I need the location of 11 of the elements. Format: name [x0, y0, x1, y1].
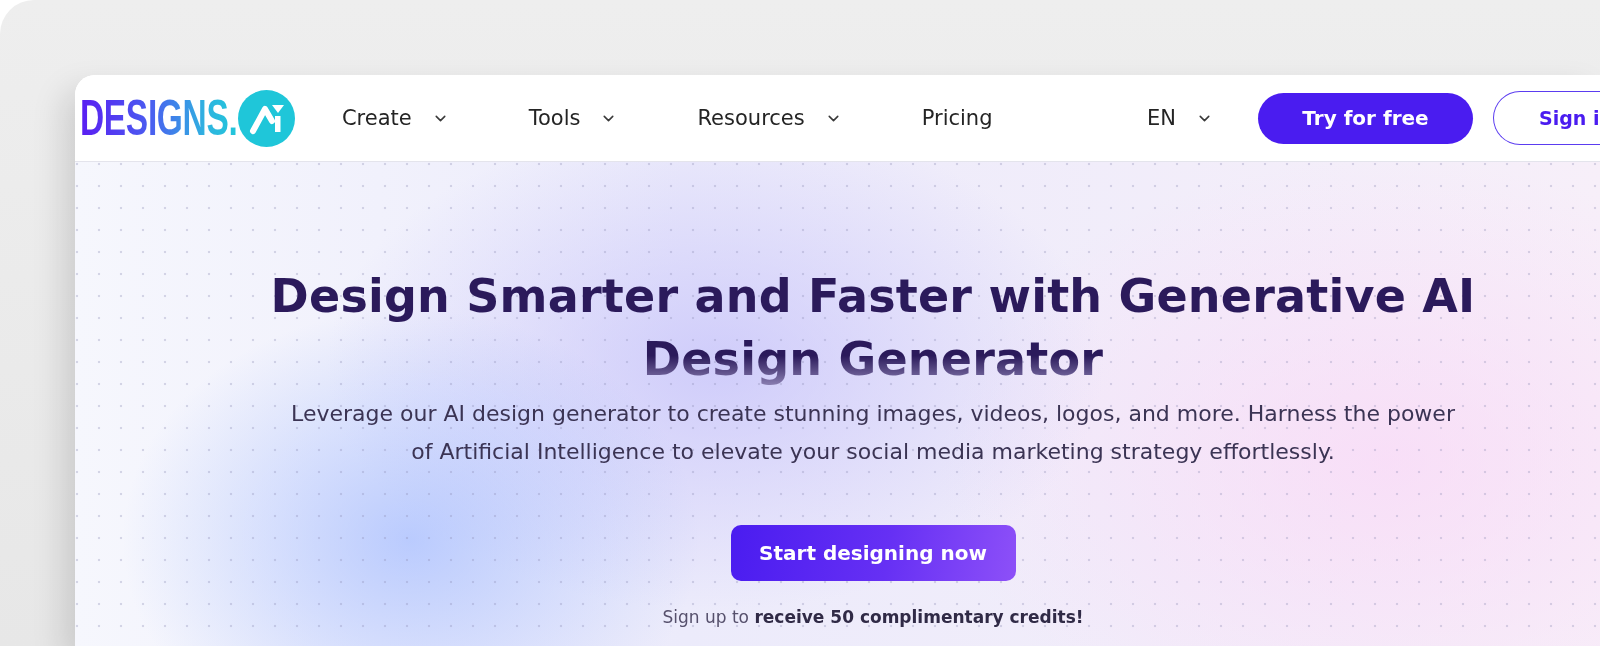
try-for-free-button[interactable]: Try for free: [1258, 92, 1473, 144]
nav-menu-item[interactable]: Pricing: [921, 106, 993, 130]
nav-menu-item[interactable]: Resources: [697, 106, 842, 130]
sign-in-button[interactable]: Sign i: [1493, 91, 1600, 145]
start-designing-button[interactable]: Start designing now: [730, 525, 1016, 581]
nav-menu-item[interactable]: Tools: [528, 106, 618, 130]
credits-note: Sign up to receive 50 complimentary credits!: [662, 606, 1084, 629]
language-selector[interactable]: EN: [1147, 106, 1213, 130]
hero-description: Leverage our AI design generator to create stunning images, videos, logos, and more. Harness the power of Artificial Intelligence to elevate your social media marketing strategy effortlessly.: [290, 400, 1456, 466]
nav-menu-item[interactable]: Create: [341, 106, 449, 130]
logo-icon[interactable]: [237, 89, 295, 147]
